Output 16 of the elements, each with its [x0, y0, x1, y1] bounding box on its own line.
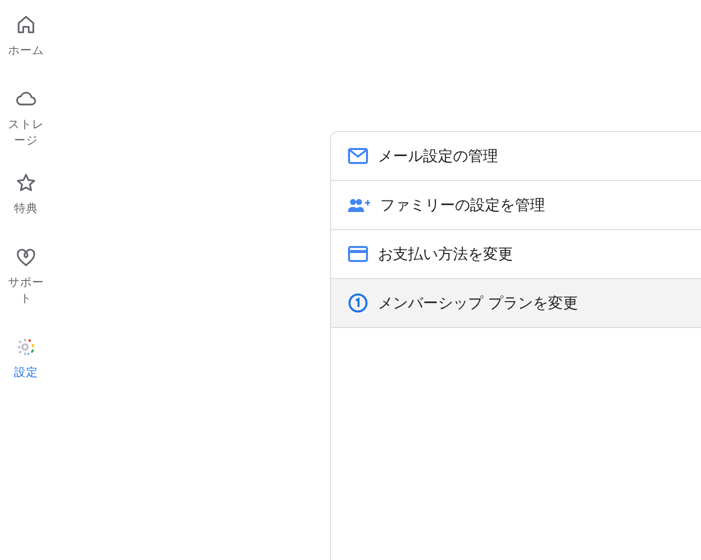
star-icon: [15, 172, 37, 194]
menu-item[interactable]: ファミリーの設定を管理: [331, 181, 701, 230]
gear-icon: [15, 336, 37, 358]
nav-item[interactable]: 特典: [0, 172, 52, 216]
menu-item[interactable]: メンバーシップ プランを変更: [331, 279, 701, 328]
heart-icon: [15, 246, 37, 268]
people-add-icon: [348, 198, 370, 212]
mail-icon: [348, 148, 368, 164]
nav-item[interactable]: サポート: [0, 246, 52, 306]
nav-item[interactable]: 設定: [0, 336, 52, 380]
home-icon: [15, 14, 37, 36]
nav-item[interactable]: ホーム: [0, 14, 52, 58]
card-icon: [348, 246, 368, 262]
number-one-icon: [348, 293, 368, 313]
nav-item[interactable]: ストレージ: [0, 88, 52, 148]
menu-item[interactable]: メール設定の管理: [331, 132, 701, 181]
